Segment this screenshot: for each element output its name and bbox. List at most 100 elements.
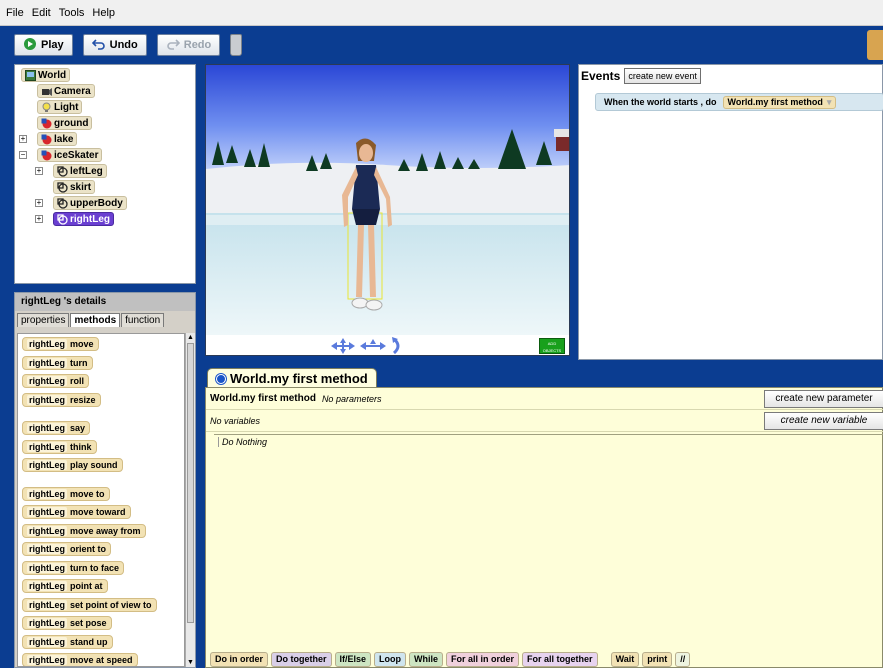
method-tile[interactable]: rightLeg move at speed	[22, 653, 138, 666]
tab-methods[interactable]: methods	[70, 313, 121, 327]
control-block[interactable]: print	[642, 651, 673, 667]
tree-node[interactable]: Light	[37, 100, 83, 114]
tree-item-rightleg[interactable]: + rightLeg	[19, 211, 191, 227]
clipboard-icon[interactable]	[867, 30, 883, 60]
create-new-variable-button[interactable]: create new variable	[764, 412, 883, 430]
tree-item-camera[interactable]: Camera	[19, 83, 191, 99]
tree-node[interactable]: leftLeg	[53, 164, 107, 178]
method-label: move toward	[70, 507, 126, 517]
methods-scrollbar[interactable]: ▲ ▼	[185, 333, 195, 667]
events-title: Events	[581, 69, 621, 83]
tree-item-label: ground	[54, 117, 89, 129]
method-label: think	[70, 441, 92, 452]
expand-icon[interactable]: +	[19, 135, 27, 143]
scroll-up-icon[interactable]: ▲	[186, 333, 195, 342]
method-tile[interactable]: rightLeg move to	[22, 486, 110, 501]
control-block[interactable]: Loop	[374, 651, 407, 667]
expand-icon[interactable]: +	[35, 199, 43, 207]
method-tile[interactable]: rightLeg think	[22, 439, 97, 454]
tree-item-label: rightLeg	[70, 213, 110, 225]
tree-item-leftleg[interactable]: + leftLeg	[19, 163, 191, 179]
method-header-row: World.my first method No parameters crea…	[206, 388, 883, 410]
play-button[interactable]: Play	[14, 34, 73, 56]
tab-properties[interactable]: properties	[17, 313, 70, 327]
method-tile[interactable]: rightLeg move toward	[22, 505, 131, 519]
control-block[interactable]: Do in order	[210, 651, 269, 667]
tree-item-upperbody[interactable]: + upperBody	[19, 195, 191, 211]
menu-file[interactable]: File	[6, 7, 24, 19]
tree-node[interactable]: iceSkater	[37, 148, 103, 162]
details-panel: rightLeg 's details properties methods f…	[14, 292, 196, 668]
menu-tools[interactable]: Tools	[59, 7, 85, 19]
method-object: rightLeg	[27, 488, 67, 499]
collapse-icon[interactable]: −	[19, 151, 27, 159]
method-tile[interactable]: rightLeg turn	[22, 355, 93, 370]
method-tile[interactable]: rightLeg set point of view to	[22, 597, 157, 612]
control-block[interactable]: For all in order	[446, 651, 520, 667]
tree-item-iceskater[interactable]: − iceSkater	[19, 147, 191, 163]
control-block[interactable]: If/Else	[334, 651, 372, 667]
code-area[interactable]: Do Nothing	[214, 434, 883, 646]
redo-button[interactable]: Redo	[156, 34, 221, 56]
method-tile[interactable]: rightLeg resize	[22, 392, 101, 407]
tilt-camera-icon[interactable]	[390, 337, 404, 355]
expand-icon[interactable]: +	[35, 215, 43, 223]
play-label: Play	[41, 39, 64, 51]
method-tile[interactable]: rightLeg play sound	[22, 458, 123, 472]
method-tile[interactable]: rightLeg stand up	[22, 634, 113, 649]
tab-function[interactable]: function	[121, 313, 165, 327]
menu-help[interactable]: Help	[92, 7, 115, 19]
method-tile[interactable]: rightLeg point at	[22, 579, 108, 593]
tree-item-world[interactable]: World	[19, 67, 191, 83]
method-object: rightLeg	[27, 562, 67, 573]
part-icon	[57, 213, 68, 225]
scroll-down-icon[interactable]: ▼	[186, 658, 195, 667]
method-tile[interactable]: rightLeg turn to face	[22, 560, 125, 575]
move-camera-icon[interactable]	[331, 338, 355, 354]
method-tile[interactable]: rightLeg move away from	[22, 523, 146, 538]
event-row[interactable]: When the world starts , do World.my firs…	[595, 93, 883, 111]
tree-item-ground[interactable]: ground	[19, 115, 191, 131]
scrollbar-thumb[interactable]	[187, 343, 194, 623]
method-tile[interactable]: rightLeg orient to	[22, 542, 111, 556]
add-objects-button[interactable]: ADD OBJECTS	[539, 338, 565, 354]
tree-node[interactable]: upperBody	[53, 196, 127, 210]
method-tile[interactable]: rightLeg move	[22, 337, 99, 351]
method-editor-body: World.my first method No parameters crea…	[205, 387, 883, 668]
control-block[interactable]: While	[409, 651, 444, 667]
tree-item-label: skirt	[70, 181, 92, 193]
method-object: rightLeg	[27, 423, 67, 433]
tree-item-label: lake	[54, 133, 74, 145]
control-block[interactable]: Wait	[610, 651, 640, 667]
tree-item-skirt[interactable]: skirt	[19, 179, 191, 195]
method-tile[interactable]: rightLeg set pose	[22, 616, 112, 630]
method-tile[interactable]: rightLeg roll	[22, 374, 90, 388]
tree-node[interactable]: skirt	[53, 180, 96, 194]
method-tab-title: World.my first method	[230, 371, 368, 386]
method-tile[interactable]: rightLeg say	[22, 421, 91, 435]
method-label: move away from	[70, 525, 141, 536]
undo-button[interactable]: Undo	[82, 34, 147, 56]
control-block[interactable]: For all together	[522, 651, 598, 667]
method-editor-tab[interactable]: World.my first method	[207, 368, 377, 388]
tree-node[interactable]: lake	[37, 132, 78, 146]
tree-item-lake[interactable]: + lake	[19, 131, 191, 147]
dropdown-icon[interactable]: ▾	[827, 97, 832, 108]
tree-node[interactable]: ground	[37, 116, 93, 130]
world-view[interactable]: ADD OBJECTS	[205, 64, 570, 356]
menu-edit[interactable]: Edit	[32, 7, 51, 19]
tree-node[interactable]: World	[21, 68, 71, 82]
details-title: rightLeg 's details	[15, 293, 195, 311]
expand-icon[interactable]: +	[35, 167, 43, 175]
create-new-event-button[interactable]: create new event	[624, 68, 701, 84]
tree-item-light[interactable]: Light	[19, 99, 191, 115]
method-object: rightLeg	[27, 599, 67, 610]
create-new-parameter-button[interactable]: create new parameter	[764, 390, 883, 408]
trash-icon[interactable]	[230, 34, 243, 56]
tree-node[interactable]: Camera	[37, 84, 95, 98]
control-block[interactable]: Do together	[271, 651, 332, 667]
pan-camera-icon[interactable]	[360, 338, 386, 354]
tree-node-selected[interactable]: rightLeg	[53, 212, 114, 226]
control-block[interactable]: //	[675, 651, 691, 667]
event-method-selector[interactable]: World.my first method ▾	[722, 95, 837, 109]
